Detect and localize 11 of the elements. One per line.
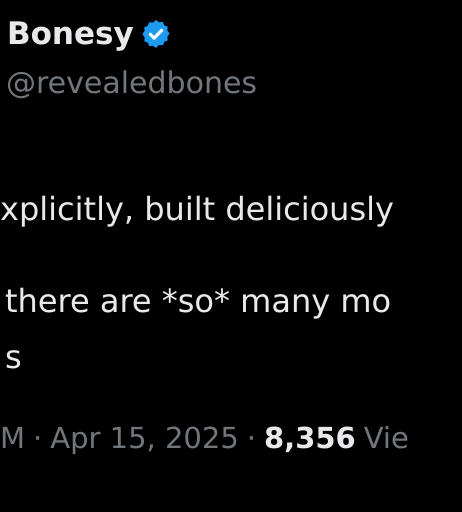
post-time: M: [0, 421, 26, 455]
views-label: Vie: [364, 421, 409, 455]
post-date[interactable]: Apr 15, 2025: [50, 421, 239, 455]
tweet-text: there are *so* many mo: [4, 281, 392, 322]
tweet-text: xplicitly, built deliciously: [0, 189, 395, 230]
separator-dot: ·: [246, 421, 256, 455]
author-name[interactable]: Bonesy: [7, 16, 134, 52]
separator-dot: ·: [33, 421, 42, 455]
tweet-text: s: [4, 337, 23, 378]
author-handle[interactable]: @revealedbones: [0, 66, 462, 101]
view-count: 8,356: [264, 421, 356, 455]
